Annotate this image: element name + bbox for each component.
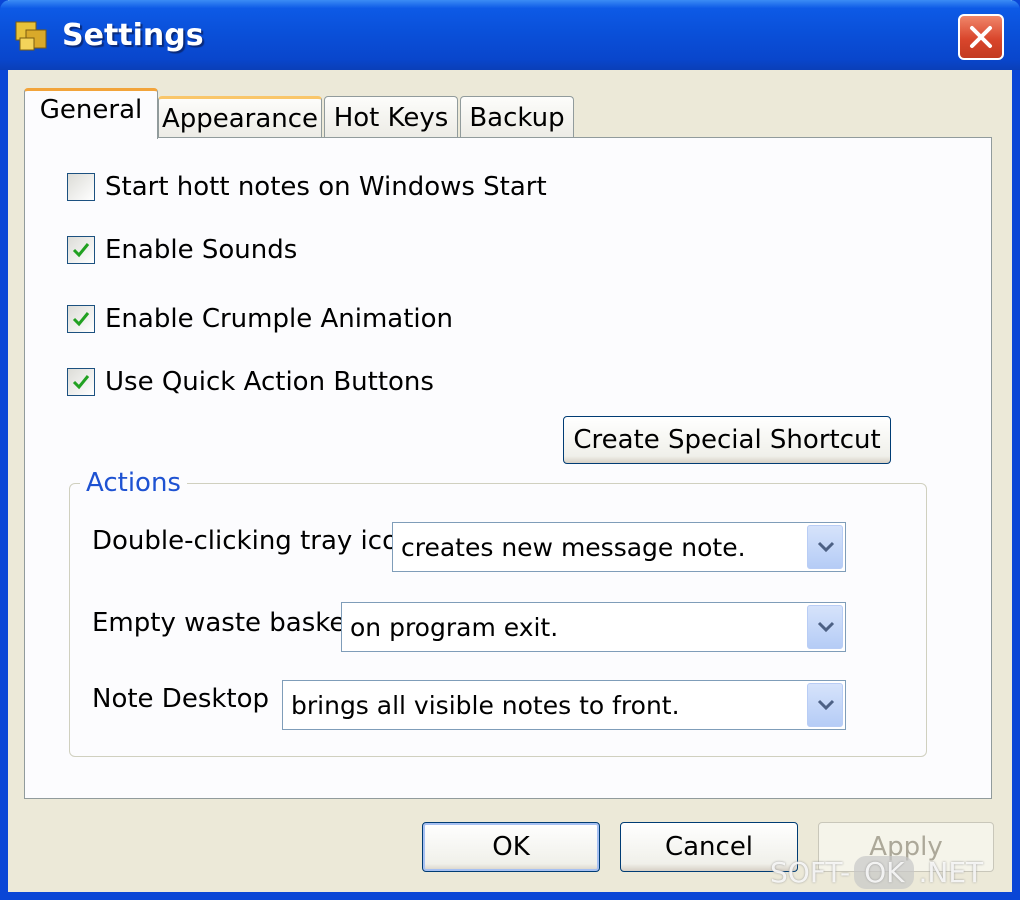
use-quick-action-buttons-checkbox[interactable]: Use Quick Action Buttons: [67, 367, 434, 397]
tab-backup[interactable]: Backup: [460, 96, 574, 138]
close-button[interactable]: [958, 14, 1004, 60]
checkbox-box[interactable]: [67, 173, 95, 201]
chevron-down-icon: [817, 541, 835, 553]
chevron-down-icon: [817, 621, 835, 633]
select-value: on program exit.: [350, 613, 559, 642]
checkbox-box[interactable]: [67, 368, 95, 396]
empty-waste-basket-select[interactable]: on program exit.: [341, 602, 846, 652]
ok-button[interactable]: OK: [422, 822, 600, 872]
watermark: SOFT- OK .NET: [770, 856, 983, 889]
settings-window: Settings General Appearance Hot Keys Bac…: [0, 0, 1020, 900]
title-bar[interactable]: Settings: [0, 0, 1020, 70]
notes-app-icon: [14, 18, 50, 54]
chevron-down-icon: [817, 699, 835, 711]
tab-hot-keys[interactable]: Hot Keys: [324, 96, 458, 138]
window-title: Settings: [62, 18, 204, 53]
note-desktop-label: Note Desktop: [92, 684, 270, 714]
dropdown-button[interactable]: [807, 525, 843, 569]
actions-legend: Actions: [80, 468, 187, 498]
double-click-tray-label: Double-clicking tray icon: [92, 526, 415, 556]
checkbox-label: Start hott notes on Windows Start: [105, 172, 547, 202]
watermark-left: SOFT-: [770, 856, 851, 889]
note-desktop-select[interactable]: brings all visible notes to front.: [282, 680, 846, 730]
dropdown-button[interactable]: [807, 683, 843, 727]
checkbox-box[interactable]: [67, 236, 95, 264]
tab-appearance[interactable]: Appearance: [158, 96, 322, 138]
dropdown-button[interactable]: [807, 605, 843, 649]
checkbox-label: Use Quick Action Buttons: [105, 367, 434, 397]
double-click-tray-select[interactable]: creates new message note.: [392, 522, 846, 572]
tab-general[interactable]: General: [24, 88, 158, 139]
enable-sounds-checkbox[interactable]: Enable Sounds: [67, 235, 297, 265]
general-tab-panel: Start hott notes on Windows Start Enable…: [24, 137, 992, 799]
empty-waste-basket-label: Empty waste basket: [92, 608, 356, 638]
watermark-right: .NET: [918, 856, 984, 889]
checkbox-box[interactable]: [67, 305, 95, 333]
checkbox-label: Enable Sounds: [105, 235, 298, 265]
watermark-middle: OK: [854, 856, 915, 889]
create-special-shortcut-button[interactable]: Create Special Shortcut: [563, 416, 891, 464]
checkmark-icon: [72, 312, 90, 327]
select-value: creates new message note.: [401, 533, 746, 562]
checkmark-icon: [72, 243, 90, 258]
close-icon: [970, 26, 992, 48]
tab-strip: General Appearance Hot Keys Backup: [8, 88, 1008, 139]
checkmark-icon: [72, 375, 90, 390]
actions-groupbox: Actions Double-clicking tray icon create…: [69, 468, 927, 757]
start-on-windows-start-checkbox[interactable]: Start hott notes on Windows Start: [67, 172, 547, 202]
enable-crumple-animation-checkbox[interactable]: Enable Crumple Animation: [67, 304, 453, 334]
checkbox-label: Enable Crumple Animation: [105, 304, 454, 334]
select-value: brings all visible notes to front.: [291, 691, 680, 720]
